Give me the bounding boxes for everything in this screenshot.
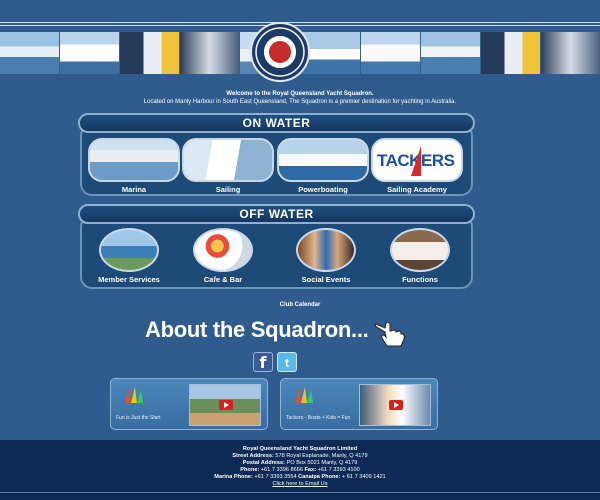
tile-member-services[interactable]: Member Services: [83, 228, 175, 284]
video-caption: Tackers - Boats + Kids = Fun: [286, 415, 351, 421]
video-thumbnail[interactable]: [189, 384, 261, 426]
top-rule-2: [0, 25, 600, 26]
banner-photo-regatta: [0, 32, 61, 74]
email-link[interactable]: Click here to Email Us: [272, 481, 327, 487]
tile-powerboating[interactable]: Powerboating: [277, 138, 369, 194]
crest-logo[interactable]: [250, 22, 310, 82]
twitter-icon[interactable]: t: [277, 352, 297, 372]
footer-street: Street Address: 578 Royal Esplanade, Man…: [232, 453, 368, 460]
video-caption: Fun is Just the Start: [116, 415, 161, 421]
video-panel-tackers[interactable]: Tackers - Boats + Kids = Fun: [280, 378, 438, 430]
powerboating-image: [277, 138, 369, 182]
banner-photo-yachts: [420, 32, 481, 74]
footer-org: Royal Queensland Yacht Squadron Limited: [242, 446, 358, 452]
tile-label: Functions: [402, 275, 438, 284]
video-thumbnail[interactable]: [359, 384, 431, 426]
welcome-title: Welcome to the Royal Queensland Yacht Sq…: [226, 91, 374, 97]
footer-rule: [0, 492, 600, 493]
crest-emblem-icon: [267, 39, 293, 65]
tile-sailing-academy[interactable]: TACKERS Sailing Academy: [371, 138, 463, 194]
footer: Royal Queensland Yacht Squadron Limited …: [0, 440, 600, 500]
about-squadron-link[interactable]: About the Squadron...: [145, 317, 369, 343]
facebook-icon[interactable]: f: [253, 352, 273, 372]
hand-pointer-icon: [374, 321, 405, 347]
marina-image: [88, 138, 180, 182]
top-rule: [0, 22, 600, 23]
tile-sailing[interactable]: Sailing: [182, 138, 274, 194]
sail-logo-icon: [295, 387, 313, 403]
footer-postal: Postal Address: PO Box 5021 Manly, Q 417…: [242, 460, 358, 467]
tile-cafe-bar[interactable]: Cafe & Bar: [177, 228, 269, 284]
play-icon[interactable]: [219, 400, 233, 410]
social-events-image: [296, 228, 356, 272]
tile-functions[interactable]: Functions: [374, 228, 466, 284]
footer-marina: Marina Phone: +61 7 3393 3554 Canaipa Ph…: [214, 474, 386, 481]
tile-label: Social Events: [301, 275, 351, 284]
video-panel-fun[interactable]: Fun is Just the Start: [110, 378, 268, 430]
footer-phone: Phone: +61 7 3396 8666 Fax: +61 7 3393 4…: [240, 467, 360, 474]
play-icon[interactable]: [389, 400, 403, 410]
banner-photo-fleet: [360, 32, 421, 74]
functions-image: [390, 228, 450, 272]
tile-label: Cafe & Bar: [203, 275, 243, 284]
off-water-heading: OFF WATER: [78, 204, 475, 224]
tile-label: Member Services: [98, 275, 160, 284]
club-calendar-link[interactable]: Club Calendar: [0, 302, 600, 308]
member-services-image: [99, 228, 159, 272]
banner-photo-people: [180, 32, 241, 74]
banner-photo-people-2: [540, 32, 600, 74]
tackers-image: TACKERS: [371, 138, 463, 182]
tile-label: Marina: [121, 185, 147, 194]
sail-logo-icon: [125, 387, 143, 403]
welcome-subtitle: Located on Manly Harbour in South East Q…: [143, 99, 457, 105]
on-water-heading: ON WATER: [78, 113, 475, 133]
tile-social-events[interactable]: Social Events: [280, 228, 372, 284]
banner-photo-sponsors-2: [480, 32, 541, 74]
tile-label: Sailing: [215, 185, 241, 194]
tile-label: Powerboating: [298, 185, 348, 194]
cafe-bar-image: [193, 228, 253, 272]
tile-marina[interactable]: Marina: [88, 138, 180, 194]
tackers-sail-icon: [411, 146, 421, 176]
tile-label: Sailing Academy: [387, 185, 447, 194]
banner-photo-sponsors: [120, 32, 181, 74]
banner-photo-dinghies: [60, 32, 121, 74]
sailing-image: [182, 138, 274, 182]
